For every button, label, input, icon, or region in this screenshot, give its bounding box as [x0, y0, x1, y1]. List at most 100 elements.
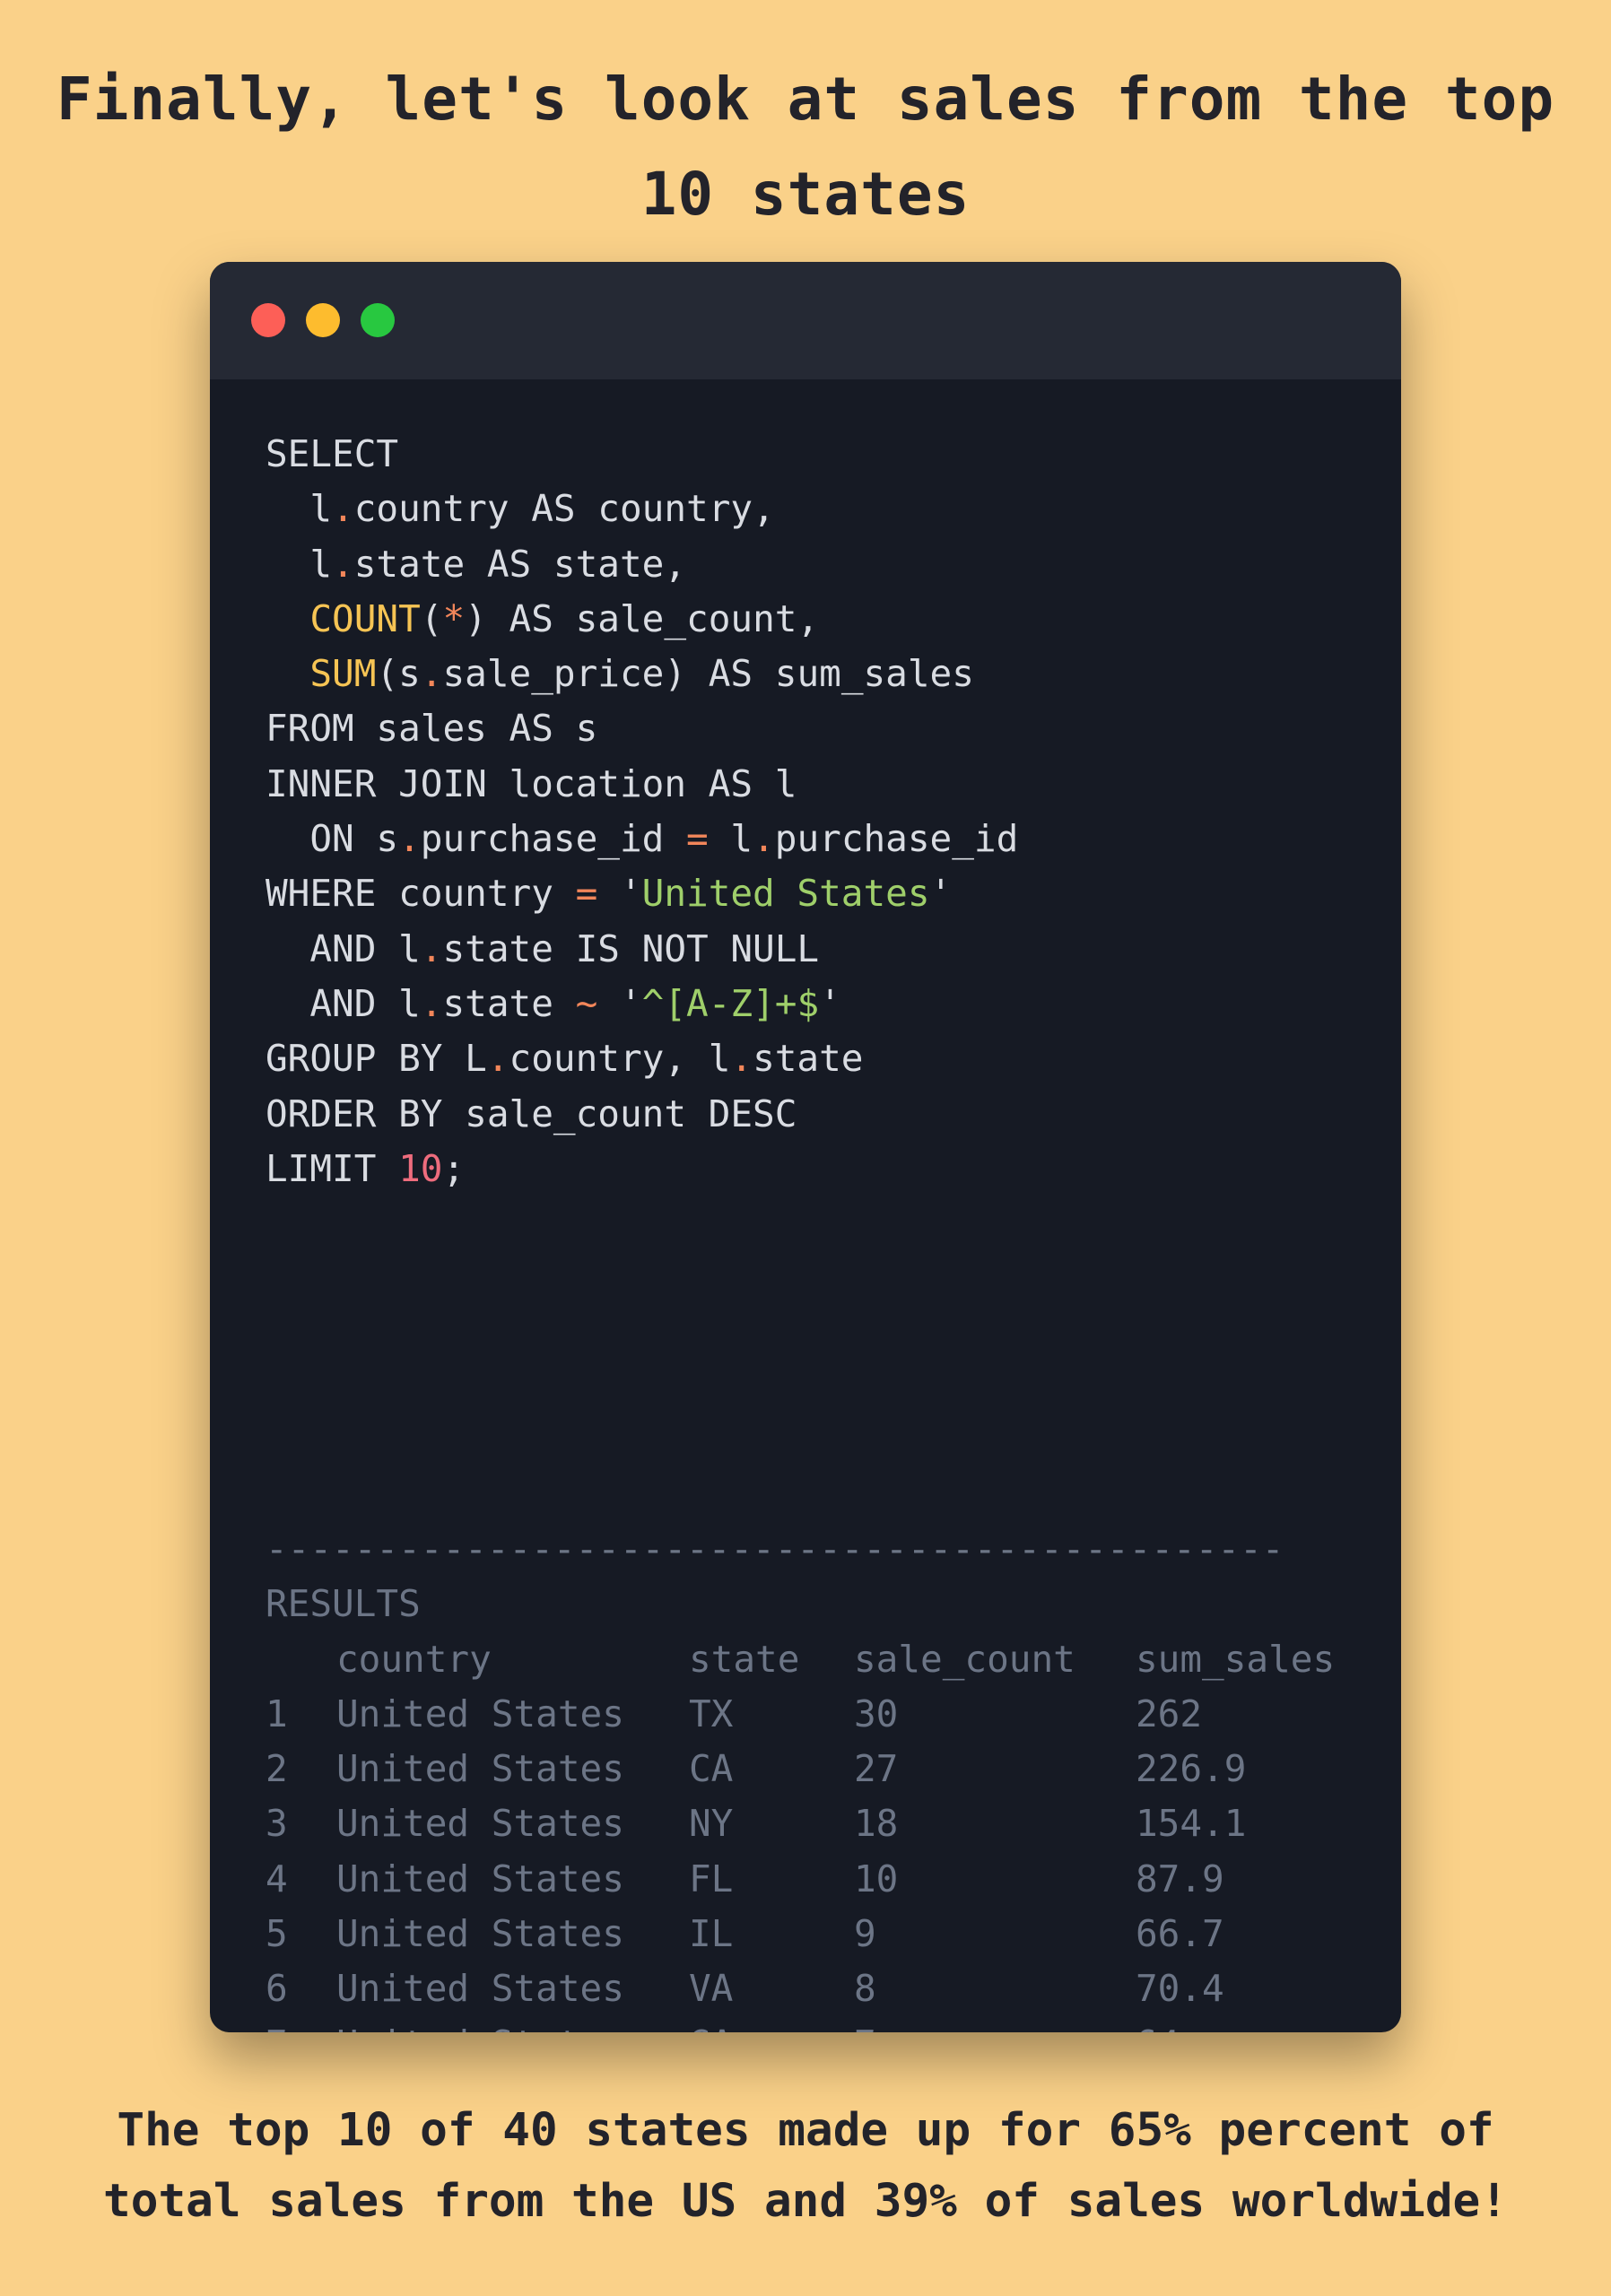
cell-sale-count: 8 — [854, 1967, 876, 2011]
code-token: . — [398, 817, 421, 861]
code-token: ~ — [575, 981, 598, 1025]
code-token: l — [266, 487, 333, 531]
table-row: 5 United States IL 9 66.7 — [266, 1907, 1365, 1961]
cell-sum-sales: 262 — [1136, 1692, 1203, 1735]
maximize-window-dot-icon[interactable] — [361, 303, 395, 337]
code-token: = — [686, 817, 709, 861]
cell-sum-sales: 64 — [1136, 2017, 1180, 2032]
code-token: ' — [597, 981, 642, 1025]
column-header-sale-count: sale_count — [854, 1637, 1075, 1681]
row-index: 5 — [266, 1912, 288, 1956]
cell-sum-sales: 66.7 — [1136, 1912, 1224, 1956]
code-line: ORDER BY sale_count DESC — [266, 1087, 1365, 1142]
code-token: United States — [641, 872, 930, 916]
table-row: 1 United States TX 30 262 — [266, 1687, 1365, 1742]
close-window-dot-icon[interactable] — [251, 303, 285, 337]
cell-country: United States — [336, 1912, 624, 1956]
code-token: . — [420, 981, 443, 1025]
code-token: SELECT — [266, 432, 399, 475]
table-row: 7 United States GA 7 64 — [266, 2017, 1365, 2032]
cell-sum-sales: 226.9 — [1136, 1747, 1247, 1791]
row-index: 4 — [266, 1857, 288, 1900]
code-token: = — [575, 872, 598, 916]
footer-caption: The top 10 of 40 states made up for 65% … — [103, 2104, 1508, 2228]
code-token: . — [753, 817, 775, 861]
code-token: WHERE country — [266, 872, 576, 916]
results-rows: 1 United States TX 30 262 2 United States CA 27 2… — [266, 1687, 1365, 2032]
code-token: LIMIT — [266, 1146, 399, 1190]
code-token: state — [442, 981, 576, 1025]
code-token: country AS country, — [353, 487, 775, 531]
code-token: AND l — [266, 926, 421, 970]
code-token: (s — [376, 652, 421, 696]
column-header-country: country — [336, 1637, 492, 1681]
code-token: AND l — [266, 981, 421, 1025]
results-label: RESULTS — [266, 1582, 421, 1626]
row-index: 3 — [266, 1802, 288, 1846]
code-token: . — [332, 542, 354, 586]
code-line: INNER JOIN location AS l — [266, 757, 1365, 812]
row-index: 2 — [266, 1747, 288, 1791]
sql-code-block: SELECT l.country AS country, l.state AS … — [266, 427, 1365, 1196]
code-token: country, l — [509, 1037, 731, 1081]
code-token: ( — [420, 596, 443, 640]
code-token: ORDER BY sale_count DESC — [266, 1091, 797, 1135]
code-line: LIMIT 10; — [266, 1142, 1365, 1196]
code-line: SUM(s.sale_price) AS sum_sales — [266, 647, 1365, 701]
cell-sum-sales: 154.1 — [1136, 1802, 1247, 1846]
table-row: 6 United States VA 8 70.4 — [266, 1961, 1365, 2016]
page-heading: Finally, let's look at sales from the to… — [56, 65, 1555, 229]
column-header-sum-sales: sum_sales — [1136, 1637, 1336, 1681]
cell-country: United States — [336, 1692, 624, 1735]
code-window: SELECT l.country AS country, l.state AS … — [210, 262, 1401, 2032]
code-line: GROUP BY L.country, l.state — [266, 1031, 1365, 1086]
code-token: ' — [929, 872, 953, 916]
code-token: state AS state, — [353, 542, 687, 586]
code-token: 10 — [398, 1146, 443, 1190]
code-token: FROM sales AS s — [266, 707, 598, 751]
cell-sale-count: 7 — [854, 2017, 876, 2032]
window-titlebar — [210, 262, 1401, 379]
code-token: . — [420, 652, 443, 696]
cell-state: NY — [689, 1802, 734, 1846]
code-token: l — [708, 817, 753, 861]
row-index: 1 — [266, 1692, 288, 1735]
results-header-row: country state sale_count sum_sales — [266, 1632, 1365, 1687]
code-line: l.country AS country, — [266, 482, 1365, 536]
code-token: state IS NOT NULL — [442, 926, 820, 970]
cell-sale-count: 30 — [854, 1692, 899, 1735]
column-header-state: state — [689, 1637, 800, 1681]
code-line: ON s.purchase_id = l.purchase_id — [266, 812, 1365, 866]
code-token: * — [442, 596, 466, 640]
code-token: COUNT — [309, 596, 421, 640]
code-line: SELECT — [266, 427, 1365, 482]
results-separator: ----------------------------------------… — [266, 1527, 1284, 1570]
code-token: sale_price) AS sum_sales — [442, 652, 974, 696]
code-line: FROM sales AS s — [266, 701, 1365, 756]
code-token: ^[A-Z]+$ — [641, 981, 820, 1025]
code-token: . — [730, 1037, 753, 1081]
cell-country: United States — [336, 1967, 624, 2011]
code-token: . — [420, 926, 443, 970]
code-token: . — [332, 487, 354, 531]
cell-sale-count: 27 — [854, 1747, 899, 1791]
code-token: SUM — [309, 652, 377, 696]
cell-state: CA — [689, 1747, 734, 1791]
code-token: ; — [442, 1146, 466, 1190]
code-line: AND l.state ~ '^[A-Z]+$' — [266, 977, 1365, 1031]
code-token: ON s — [266, 817, 399, 861]
code-line: AND l.state IS NOT NULL — [266, 922, 1365, 977]
cell-country: United States — [336, 1802, 624, 1846]
cell-sum-sales: 87.9 — [1136, 1857, 1224, 1900]
row-index: 6 — [266, 1967, 288, 2011]
code-token: INNER JOIN location AS l — [266, 761, 797, 805]
cell-state: IL — [689, 1912, 734, 1956]
cell-sale-count: 10 — [854, 1857, 899, 1900]
cell-country: United States — [336, 1747, 624, 1791]
minimize-window-dot-icon[interactable] — [306, 303, 340, 337]
table-row: 2 United States CA 27 226.9 — [266, 1742, 1365, 1796]
cell-country: United States — [336, 1857, 624, 1900]
cell-state: VA — [689, 1967, 734, 2011]
code-token: ' — [819, 981, 841, 1025]
